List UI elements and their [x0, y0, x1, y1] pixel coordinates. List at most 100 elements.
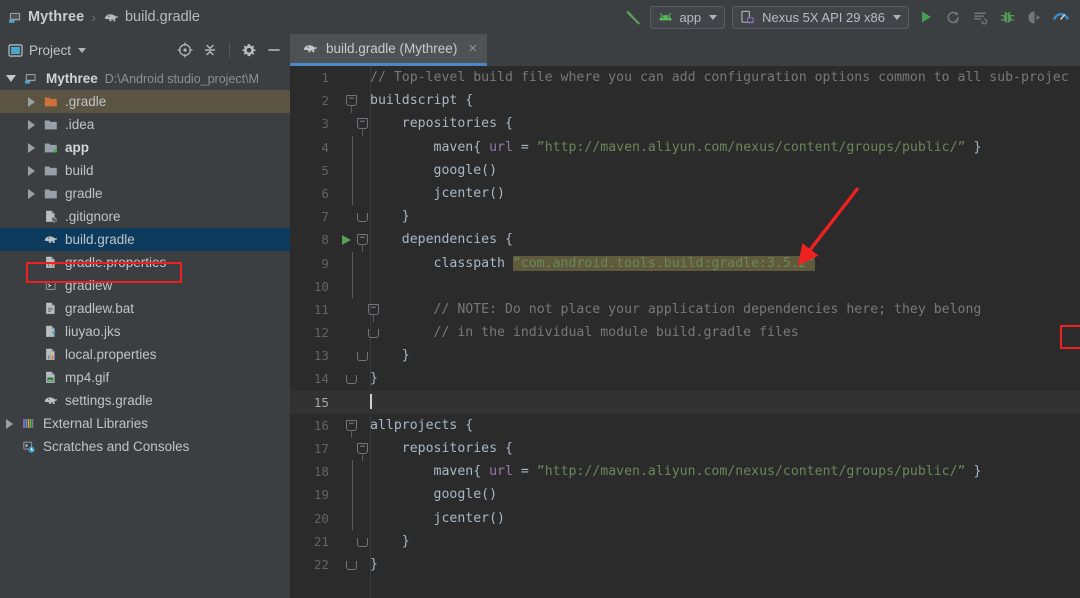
svg-text:A: A	[953, 19, 957, 25]
fold-end-icon[interactable]	[357, 352, 368, 362]
code-line: 16 allprojects {	[290, 414, 1080, 438]
tree-item--gradle[interactable]: .gradle	[0, 90, 290, 113]
code-text: google()	[370, 483, 498, 506]
gutter-run-icon[interactable]	[342, 234, 351, 245]
code-text: maven{ url = ”http://maven.aliyun.com/ne…	[370, 460, 982, 483]
code-token: =	[512, 139, 537, 155]
minimize-icon[interactable]	[266, 42, 282, 58]
code-line: 11 // NOTE: Do not place your applicatio…	[290, 298, 1080, 322]
tree-item-scratches-and-consoles[interactable]: Scratches and Consoles	[0, 435, 290, 458]
chevron-right-icon[interactable]	[28, 165, 35, 176]
chevron-right-icon[interactable]	[28, 119, 35, 130]
code-line: 15	[290, 390, 1080, 414]
chevron-down-icon	[893, 14, 901, 20]
tree-item-label: local.properties	[65, 347, 157, 362]
fold-line	[352, 460, 353, 484]
code-lines: 1 // Top-level build file where you can a…	[290, 66, 1080, 576]
tree-item-build[interactable]: build	[0, 159, 290, 182]
code-token: }	[370, 371, 378, 387]
chevron-down-icon[interactable]	[78, 47, 87, 53]
code-editor[interactable]: 1 // Top-level build file where you can a…	[290, 66, 1080, 598]
tree-item-label: settings.gradle	[65, 393, 153, 408]
tree-item-gradle[interactable]: gradle	[0, 182, 290, 205]
run-configuration-selector[interactable]: app	[650, 5, 726, 29]
bug-icon[interactable]	[997, 6, 1017, 28]
code-token: allprojects {	[370, 417, 474, 433]
tree-item-app[interactable]: app	[0, 136, 290, 159]
code-text: maven{ url = ”http://maven.aliyun.com/ne…	[370, 136, 982, 159]
project-tree[interactable]: Mythree D:\Android studio_project\M .gradl…	[0, 66, 290, 458]
code-token: google()	[370, 162, 498, 178]
line-number: 15	[313, 394, 329, 410]
target-crosshair-icon[interactable]	[177, 42, 193, 58]
fold-end-icon[interactable]	[357, 537, 368, 547]
hammer-icon[interactable]	[623, 6, 643, 28]
line-number: 5	[321, 162, 329, 178]
collapse-all-icon[interactable]	[202, 42, 218, 58]
tree-item--gitignore[interactable]: .gitignore	[0, 205, 290, 228]
line-number: 22	[313, 556, 329, 572]
bat-file-icon	[42, 301, 60, 317]
tree-item-settings-gradle[interactable]: settings.gradle	[0, 389, 290, 412]
code-text: classpath ”com.android.tools.build:gradl…	[370, 252, 815, 275]
device-selector[interactable]: Nexus 5X API 29 x86	[732, 5, 909, 29]
gradle-elephant-icon	[42, 393, 60, 409]
attach-debugger-icon[interactable]	[1024, 6, 1044, 28]
code-token: }	[965, 139, 982, 155]
fold-line	[352, 483, 353, 507]
code-line: 3 repositories {	[290, 112, 1080, 137]
tree-item-external-libraries[interactable]: External Libraries	[0, 412, 290, 435]
apply-code-changes-icon[interactable]	[970, 6, 990, 28]
line-number: 21	[313, 533, 329, 549]
code-text: repositories {	[370, 437, 513, 460]
code-token: {	[473, 464, 490, 480]
code-token: ”http://maven.aliyun.com/nexus/content/g…	[536, 139, 966, 155]
android-head-icon	[658, 12, 673, 23]
tree-item-gradlew-bat[interactable]: gradlew.bat	[0, 297, 290, 320]
tab-build-gradle[interactable]: build.gradle (Mythree) ×	[290, 34, 488, 66]
text-caret	[370, 393, 372, 409]
chevron-down-icon[interactable]	[6, 75, 16, 82]
code-token: dependencies {	[370, 232, 513, 248]
tree-item--idea[interactable]: .idea	[0, 113, 290, 136]
gradle-elephant-icon	[42, 232, 60, 248]
libraries-icon	[20, 416, 38, 432]
profiler-gauge-icon[interactable]	[1051, 6, 1071, 28]
code-text: allprojects {	[370, 414, 473, 437]
code-text: dependencies {	[370, 228, 513, 251]
tree-item-gradle-properties[interactable]: gradle.properties	[0, 251, 290, 274]
apply-changes-icon[interactable]: A	[943, 6, 963, 28]
tree-item-liuyao-jks[interactable]: liuyao.jks	[0, 320, 290, 343]
tree-item-label: gradle	[65, 186, 103, 201]
tree-item-mythree[interactable]: Mythree D:\Android studio_project\M	[0, 67, 290, 90]
chevron-right-icon[interactable]	[28, 96, 35, 107]
breadcrumb-project[interactable]: Mythree	[28, 9, 84, 25]
code-token: jcenter()	[370, 510, 505, 526]
fold-end-icon[interactable]	[346, 375, 357, 385]
tree-item-label: .gitignore	[65, 209, 121, 224]
chevron-right-icon[interactable]	[6, 418, 13, 429]
code-token: google()	[370, 487, 498, 503]
breadcrumb-file[interactable]: build.gradle	[125, 9, 200, 25]
chevron-right-icon[interactable]	[28, 188, 35, 199]
code-text: // in the individual module build.gradle…	[370, 321, 799, 344]
tree-item-gradlew[interactable]: gradlew	[0, 274, 290, 297]
code-token: }	[965, 464, 982, 480]
tree-item-mp4-gif[interactable]: mp4.gif	[0, 366, 290, 389]
code-text: }	[370, 205, 410, 228]
line-number: 13	[313, 348, 329, 364]
tree-item-build-gradle[interactable]: build.gradle	[0, 228, 290, 251]
chevron-right-icon[interactable]	[28, 142, 35, 153]
play-icon[interactable]	[916, 6, 936, 28]
fold-end-icon[interactable]	[357, 213, 368, 223]
gitignore-file-icon	[42, 209, 60, 225]
fold-end-icon[interactable]	[346, 560, 357, 570]
line-number: 11	[313, 301, 329, 317]
code-token: }	[370, 209, 410, 225]
gradle-elephant-icon	[103, 10, 120, 25]
gear-icon[interactable]	[241, 42, 257, 58]
close-icon[interactable]: ×	[468, 41, 477, 56]
tree-item-label: gradlew	[65, 278, 113, 293]
tree-item-label: gradlew.bat	[65, 301, 135, 316]
tree-item-local-properties[interactable]: local.properties	[0, 343, 290, 366]
